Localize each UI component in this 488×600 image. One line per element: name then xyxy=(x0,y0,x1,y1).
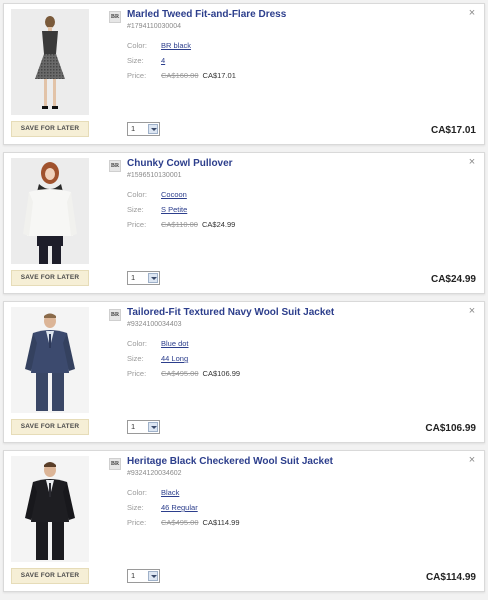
product-title-link[interactable]: Tailored-Fit Textured Navy Wool Suit Jac… xyxy=(127,307,457,318)
price-row: Price: CA$110.00 CA$24.99 xyxy=(127,220,235,230)
chevron-down-icon[interactable] xyxy=(148,571,158,581)
chevron-down-icon[interactable] xyxy=(148,124,158,134)
price-label: Price: xyxy=(127,369,147,378)
color-value-link[interactable]: Blue dot xyxy=(161,339,189,348)
quantity-value: 1 xyxy=(131,273,136,282)
cart-item: SAVE FOR LATER BR Chunky Cowl Pullover #… xyxy=(3,152,485,294)
original-price: CA$110.00 xyxy=(161,220,198,229)
cart-item: SAVE FOR LATER BR Marled Tweed Fit-and-F… xyxy=(3,3,485,145)
size-value-link[interactable]: S Petite xyxy=(161,205,187,214)
size-value-link[interactable]: 44 Long xyxy=(161,354,188,363)
remove-item-button[interactable]: × xyxy=(466,454,478,466)
price-label: Price: xyxy=(127,71,147,80)
brand-logo: BR xyxy=(109,160,121,172)
price-row: Price: CA$495.00 CA$114.99 xyxy=(127,518,240,528)
size-label: Size: xyxy=(127,56,144,65)
save-for-later-button[interactable]: SAVE FOR LATER xyxy=(11,419,89,435)
quantity-select[interactable]: 1 xyxy=(127,271,160,285)
color-label: Color: xyxy=(127,339,148,348)
color-value-link[interactable]: Black xyxy=(161,488,179,497)
product-image-dress[interactable] xyxy=(11,9,89,115)
cart-item: SAVE FOR LATER BR Tailored-Fit Textured … xyxy=(3,301,485,443)
sale-price: CA$106.99 xyxy=(202,369,241,378)
color-value-link[interactable]: BR black xyxy=(161,41,191,50)
sale-price: CA$17.01 xyxy=(202,71,236,80)
quantity-value: 1 xyxy=(131,571,136,580)
color-label: Color: xyxy=(127,190,148,199)
item-total: CA$106.99 xyxy=(425,423,476,434)
size-label: Size: xyxy=(127,205,144,214)
color-row: Color: Cocoon xyxy=(127,190,187,200)
size-label: Size: xyxy=(127,503,144,512)
color-label: Color: xyxy=(127,41,148,50)
remove-item-button[interactable]: × xyxy=(466,7,478,19)
size-row: Size: 4 xyxy=(127,56,165,66)
item-total: CA$17.01 xyxy=(430,125,476,136)
size-value-link[interactable]: 46 Regular xyxy=(161,503,198,512)
brand-logo: BR xyxy=(109,309,121,321)
original-price: CA$160.00 xyxy=(161,71,199,80)
quantity-select[interactable]: 1 xyxy=(127,569,160,583)
item-total: CA$114.99 xyxy=(425,572,476,583)
save-for-later-button[interactable]: SAVE FOR LATER xyxy=(11,121,89,137)
sale-price: CA$114.99 xyxy=(202,518,240,527)
product-title-link[interactable]: Heritage Black Checkered Wool Suit Jacke… xyxy=(127,456,457,467)
product-image-black-jacket[interactable] xyxy=(11,456,89,562)
product-image-pullover[interactable] xyxy=(11,158,89,264)
cart-item: SAVE FOR LATER BR Heritage Black Checker… xyxy=(3,450,485,592)
product-sku: #9324100034403 xyxy=(127,321,182,328)
quantity-value: 1 xyxy=(131,124,136,133)
product-title-link[interactable]: Chunky Cowl Pullover xyxy=(127,158,457,169)
quantity-select[interactable]: 1 xyxy=(127,122,160,136)
product-sku: #9324120034602 xyxy=(127,470,182,477)
quantity-value: 1 xyxy=(131,422,136,431)
color-row: Color: Black xyxy=(127,488,179,498)
color-row: Color: BR black xyxy=(127,41,191,51)
price-label: Price: xyxy=(127,518,147,527)
remove-item-button[interactable]: × xyxy=(466,305,478,317)
color-value-link[interactable]: Cocoon xyxy=(161,190,187,199)
product-image-navy-jacket[interactable] xyxy=(11,307,89,413)
size-row: Size: S Petite xyxy=(127,205,187,215)
size-value-link[interactable]: 4 xyxy=(161,56,165,65)
quantity-select[interactable]: 1 xyxy=(127,420,160,434)
sale-price: CA$24.99 xyxy=(201,220,236,229)
size-row: Size: 44 Long xyxy=(127,354,188,364)
color-label: Color: xyxy=(127,488,148,497)
shopping-bag-list: SAVE FOR LATER BR Marled Tweed Fit-and-F… xyxy=(0,0,488,600)
price-row: Price: CA$495.00 CA$106.99 xyxy=(127,369,240,379)
save-for-later-button[interactable]: SAVE FOR LATER xyxy=(11,270,89,286)
brand-logo: BR xyxy=(109,458,121,470)
product-sku: #1596510130001 xyxy=(127,172,182,179)
save-for-later-button[interactable]: SAVE FOR LATER xyxy=(11,568,89,584)
product-sku: #1794110030004 xyxy=(127,23,181,30)
product-title-link[interactable]: Marled Tweed Fit-and-Flare Dress xyxy=(127,9,457,20)
color-row: Color: Blue dot xyxy=(127,339,189,349)
remove-item-button[interactable]: × xyxy=(466,156,478,168)
item-total: CA$24.99 xyxy=(430,274,476,285)
original-price: CA$495.00 xyxy=(161,369,199,378)
brand-logo: BR xyxy=(109,11,121,23)
price-row: Price: CA$160.00 CA$17.01 xyxy=(127,71,236,81)
size-label: Size: xyxy=(127,354,144,363)
size-row: Size: 46 Regular xyxy=(127,503,198,513)
original-price: CA$495.00 xyxy=(161,518,199,527)
chevron-down-icon[interactable] xyxy=(148,273,158,283)
chevron-down-icon[interactable] xyxy=(148,422,158,432)
price-label: Price: xyxy=(127,220,147,229)
